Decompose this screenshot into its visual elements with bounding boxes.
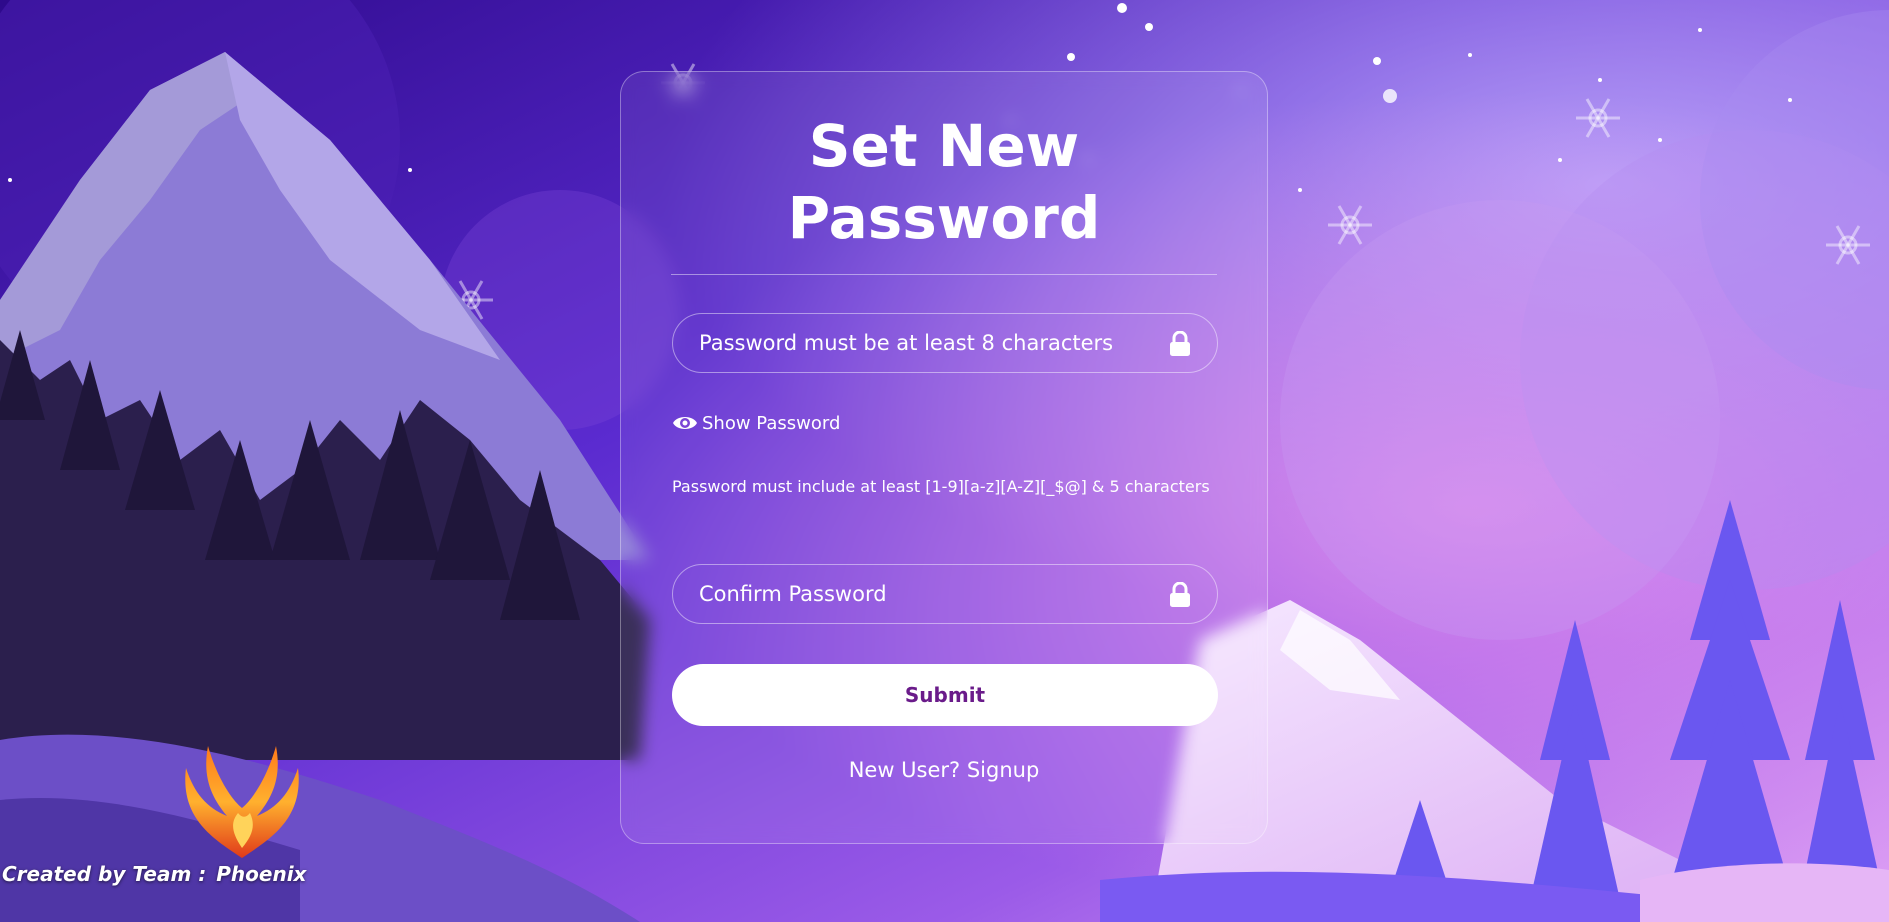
reset-password-card: Set New Password Show Password Password … <box>620 71 1268 844</box>
submit-button[interactable]: Submit <box>672 664 1218 726</box>
show-password-toggle[interactable]: Show Password <box>672 412 840 434</box>
password-requirements-hint: Password must include at least [1-9][a-z… <box>672 477 1210 496</box>
eye-icon <box>673 417 697 429</box>
confirm-password-field <box>672 564 1218 624</box>
created-by-label: Created by Team : <box>2 862 207 886</box>
team-name: Phoenix <box>216 862 307 886</box>
signup-link-row: New User? Signup <box>621 758 1267 782</box>
show-password-label: Show Password <box>702 412 841 434</box>
new-password-field <box>672 313 1218 373</box>
new-password-input[interactable] <box>673 314 1217 372</box>
lock-icon <box>1170 582 1190 607</box>
footer-credit: Created by Team : Phoenix <box>2 862 306 886</box>
phoenix-logo <box>185 746 299 858</box>
page-title: Set New Password <box>621 110 1267 254</box>
lock-icon <box>1170 331 1190 356</box>
title-divider <box>671 274 1217 275</box>
title-line-2: Password <box>787 184 1101 252</box>
title-line-1: Set New <box>808 112 1080 180</box>
signup-link[interactable]: New User? Signup <box>849 758 1040 782</box>
confirm-password-input[interactable] <box>673 565 1217 623</box>
